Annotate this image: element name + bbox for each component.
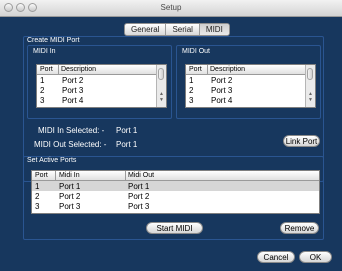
link-port-button[interactable]: Link Port <box>283 135 320 147</box>
table-row-selected[interactable]: 1 Port 1 Port 1 <box>32 181 319 191</box>
table-row[interactable]: 2 Port 2 Port 2 <box>32 191 319 201</box>
midi-out-list[interactable]: Port Description 1 Port 2 2 Port 3 3 Por… <box>185 64 316 108</box>
start-midi-button[interactable]: Start MIDI <box>146 222 203 234</box>
list-item[interactable]: 1 Port 2 <box>37 75 166 85</box>
column-header-port[interactable]: Port <box>189 66 202 73</box>
title-bar: Setup <box>0 0 342 17</box>
column-header-description[interactable]: Description <box>61 66 96 73</box>
create-midi-port-title: Create MIDI Port <box>27 37 80 44</box>
window-title: Setup <box>160 3 182 12</box>
midi-in-selected-label: MIDI In Selected: - <box>38 126 105 135</box>
column-header-description[interactable]: Description <box>210 66 245 73</box>
list-item[interactable]: 2 Port 3 <box>37 85 166 95</box>
ok-button[interactable]: OK <box>299 251 332 263</box>
list-item[interactable]: 3 Port 4 <box>37 95 166 105</box>
column-header-port[interactable]: Port <box>40 66 53 73</box>
scroll-down-icon[interactable]: ▼ <box>158 98 165 103</box>
active-ports-table-header: Port Midi In Midi Out <box>32 171 319 181</box>
scroll-down-icon[interactable]: ▼ <box>307 98 314 103</box>
midi-out-list-header: Port Description <box>186 65 315 75</box>
scroll-thumb[interactable] <box>307 68 313 80</box>
set-active-ports-title: Set Active Ports <box>27 157 77 164</box>
midi-out-title: MIDI Out <box>182 48 211 55</box>
scroll-thumb[interactable] <box>158 68 164 80</box>
midi-in-selected-value: Port 1 <box>116 126 138 135</box>
list-item[interactable]: 2 Port 3 <box>186 85 315 95</box>
column-header-midi-out[interactable]: Midi Out <box>128 172 154 179</box>
column-header-port[interactable]: Port <box>35 172 48 179</box>
table-row[interactable]: 3 Port 3 Port 3 <box>32 201 319 211</box>
tab-serial[interactable]: Serial <box>166 24 200 35</box>
list-item[interactable]: 1 Port 2 <box>186 75 315 85</box>
column-header-midi-in[interactable]: Midi In <box>59 172 80 179</box>
midi-out-selected-value: Port 1 <box>116 140 138 149</box>
tab-general[interactable]: General <box>125 24 167 35</box>
tab-midi[interactable]: MIDI <box>199 24 229 35</box>
cancel-button[interactable]: Cancel <box>257 251 295 263</box>
midi-in-title: MIDI In <box>33 48 56 55</box>
tab-bar: General Serial MIDI <box>124 23 230 36</box>
midi-out-selected-label: MIDI Out Selected: - <box>34 140 107 149</box>
midi-in-scrollbar[interactable]: ▲ ▼ <box>156 65 166 107</box>
remove-button[interactable]: Remove <box>280 222 319 234</box>
midi-out-scrollbar[interactable]: ▲ ▼ <box>305 65 315 107</box>
midi-in-list[interactable]: Port Description 1 Port 2 2 Port 3 3 Por… <box>36 64 167 108</box>
list-item[interactable]: 3 Port 4 <box>186 95 315 105</box>
midi-in-list-header: Port Description <box>37 65 166 75</box>
active-ports-table[interactable]: Port Midi In Midi Out 1 Port 1 Port 1 2 … <box>31 170 320 214</box>
